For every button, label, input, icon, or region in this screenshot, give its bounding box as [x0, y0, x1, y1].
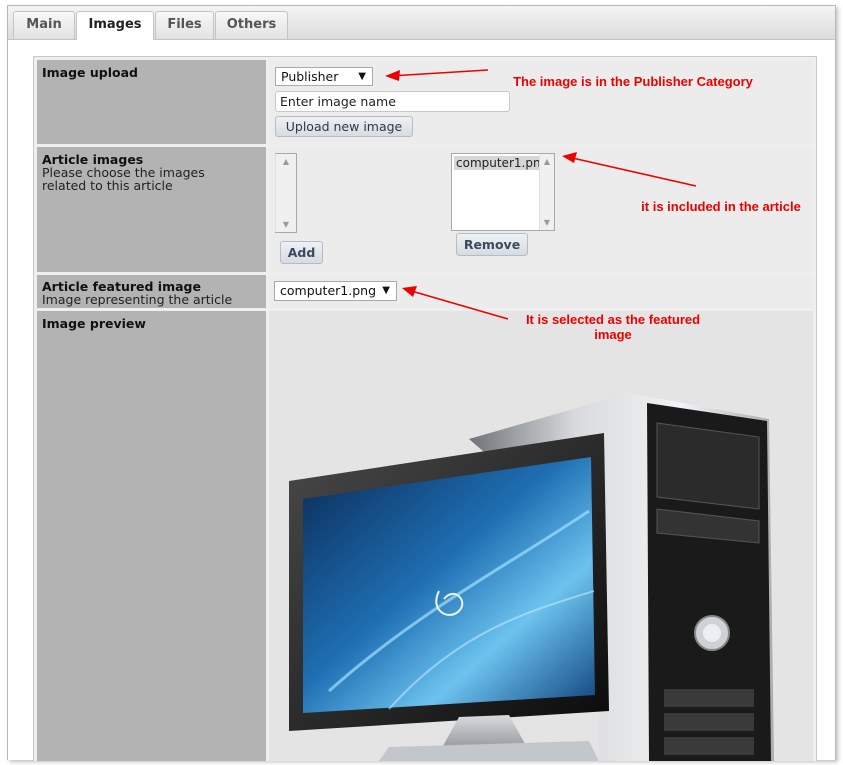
featured-arrow: [407, 289, 509, 320]
featured-arrow-head: [402, 286, 417, 297]
publisher-arrow: [389, 69, 489, 77]
included-arrow-head: [562, 152, 577, 163]
editor-frame: Main Images Files Others Image upload Pu…: [7, 5, 836, 761]
publisher-arrow-head: [385, 70, 400, 81]
included-arrow: [567, 156, 697, 187]
annotation-arrows: [385, 69, 697, 320]
